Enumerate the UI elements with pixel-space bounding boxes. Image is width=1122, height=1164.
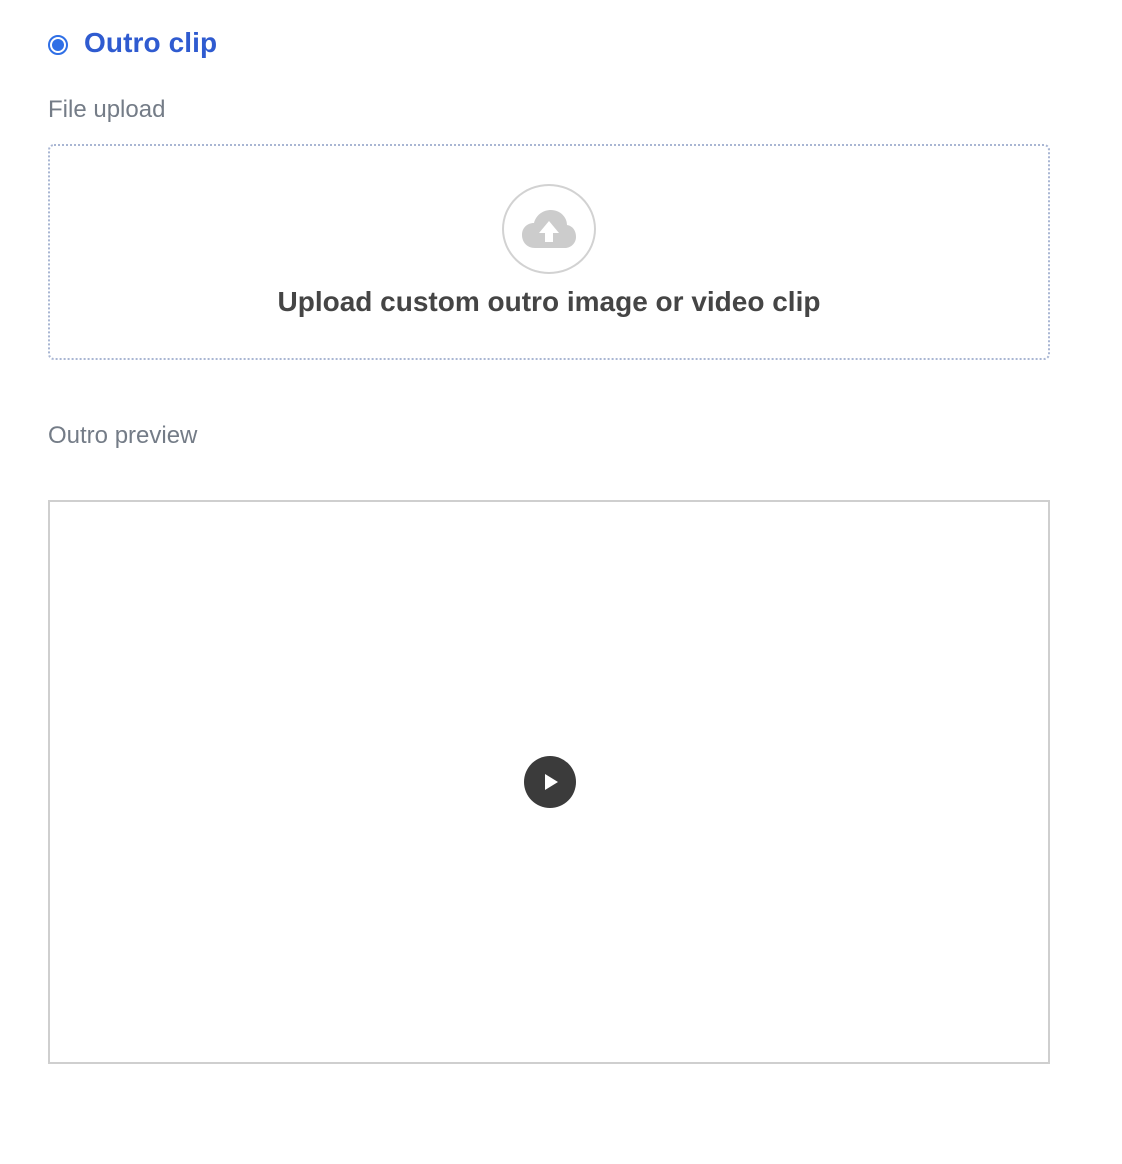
play-button[interactable]: [524, 756, 576, 808]
upload-icon-circle: [502, 184, 596, 274]
outro-clip-option[interactable]: Outro clip: [48, 24, 217, 62]
outro-clip-radio[interactable]: [48, 34, 68, 55]
upload-prompt-text: Upload custom outro image or video clip: [277, 286, 821, 317]
outro-clip-label: Outro clip: [84, 27, 218, 58]
file-upload-label: File upload: [48, 96, 166, 123]
play-icon: [545, 774, 558, 790]
outro-preview-player[interactable]: [48, 500, 1050, 1064]
cloud-upload-icon: [522, 210, 576, 248]
upload-dropzone[interactable]: Upload custom outro image or video clip: [48, 144, 1050, 360]
outro-preview-label: Outro preview: [48, 422, 198, 449]
radio-selected-dot: [52, 38, 64, 51]
